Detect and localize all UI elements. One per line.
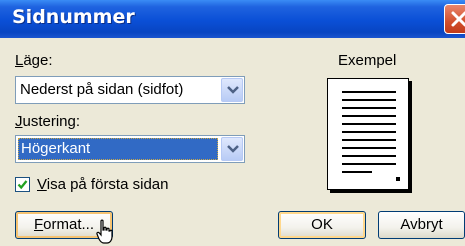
cancel-button[interactable]: Avbryt xyxy=(378,211,465,239)
position-value: Nederst på sidan (sidfot) xyxy=(20,81,184,98)
window-title: Sidnummer xyxy=(12,6,135,28)
close-icon xyxy=(451,11,465,27)
dialog-body: Läge: Nederst på sidan (sidfot) Justerin… xyxy=(0,38,465,246)
checkmark-icon xyxy=(17,180,28,190)
alignment-dropdown-button[interactable] xyxy=(221,137,243,161)
close-button[interactable] xyxy=(444,4,465,34)
chevron-down-icon xyxy=(227,86,239,94)
alignment-value: Högerkant xyxy=(21,140,91,157)
position-dropdown-button[interactable] xyxy=(221,78,243,102)
alignment-dropdown[interactable]: Högerkant xyxy=(15,135,245,163)
preview-label: Exempel xyxy=(338,52,397,69)
show-first-page-label[interactable]: Visa på första sidan xyxy=(37,176,168,193)
preview-page xyxy=(327,78,409,190)
show-first-page-checkbox[interactable] xyxy=(15,177,30,192)
title-bar[interactable]: Sidnummer xyxy=(0,0,465,38)
ok-button[interactable]: OK xyxy=(278,211,366,239)
position-dropdown[interactable]: Nederst på sidan (sidfot) xyxy=(15,76,245,104)
page-number-marker xyxy=(396,177,400,181)
chevron-down-icon xyxy=(227,145,239,153)
alignment-label: Justering: xyxy=(15,113,81,130)
hand-cursor-icon xyxy=(96,219,113,244)
position-label: Läge: xyxy=(15,52,53,69)
